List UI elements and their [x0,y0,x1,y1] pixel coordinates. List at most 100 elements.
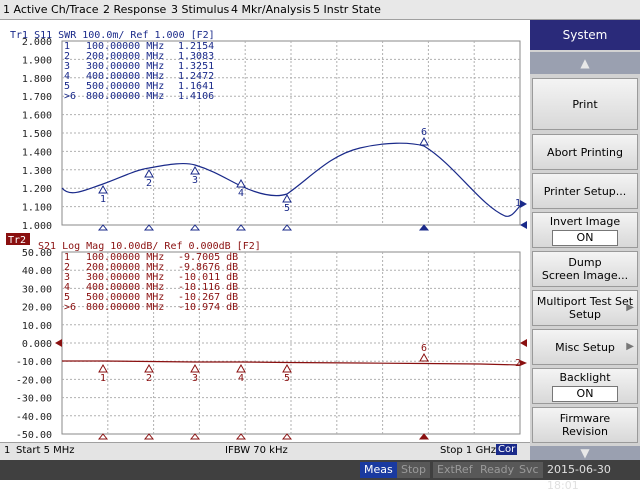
ready-indicator: Ready [476,462,519,478]
ifbw-value: IFBW 70 kHz [225,445,288,456]
trace2-ytick: -50.00 [16,430,52,441]
trace2-marker-label: 1 [100,373,106,384]
trace2-stimulus-marker-icon [143,433,155,440]
trace2-stimulus-marker-icon [281,433,293,440]
trace1-marker-label: 2 [146,178,152,189]
svc-indicator: Svc [515,462,543,478]
trace1-stimulus-marker-icon [418,224,430,231]
trace1-ref-arrow-icon [520,200,527,208]
trace2-ytick: -30.00 [16,394,52,405]
trace1-ytick: 1.400 [22,147,52,158]
trace1-marker-label: 1 [100,194,106,205]
trace2-marker-freq: 800.00000 MHz [86,302,164,313]
trace2-ytick: -10.00 [16,357,52,368]
softkey-panel: System ▲ Print Abort Printing Printer Setu… [530,20,640,460]
trace2-stimulus-marker-icon [97,433,109,440]
trace2-marker-label: 4 [238,373,244,384]
meas-indicator: Meas [360,462,397,478]
multiport-test-set-label: Multiport Test Set Setup [536,295,634,321]
start-frequency: Start 5 MHz [16,445,75,456]
trace2-marker-id: >6 [64,302,76,313]
firmware-revision-label: Firmware Revision [559,412,611,438]
abort-printing-button[interactable]: Abort Printing [532,134,638,170]
abort-printing-label: Abort Printing [547,145,623,159]
trace2-marker-label: 2 [146,373,152,384]
trace2-stimulus-marker-icon [418,433,430,440]
trace2-stimulus-marker-icon [235,433,247,440]
trace1-stimulus-marker-icon [235,224,247,231]
invert-image-toggle[interactable]: ON [552,229,618,246]
trace1-scale-arrow-icon [520,221,527,229]
print-label: Print [572,97,598,111]
backlight-label: Backlight [559,370,611,384]
trace1-marker-label: 5 [284,203,290,214]
trace1-stimulus-marker-icon [143,224,155,231]
trace2-ytick: 20.00 [22,303,52,314]
stop-frequency: Stop 1 GHz [440,445,496,456]
menu-bar: 1 Active Ch/Trace 2 Response 3 Stimulus … [0,0,640,20]
trace1-ytick: 1.300 [22,166,52,177]
trace2-ref-right-icon [520,339,527,347]
printer-setup-label: Printer Setup... [543,184,627,198]
multiport-test-set-button[interactable]: Multiport Test Set Setup ▶ [532,290,638,326]
trace2-header: S21 Log Mag 10.00dB/ Ref 0.000dB [F2] [38,241,261,252]
menu-instr-state[interactable]: 5 Instr State [313,3,381,16]
trace1-marker-value: 1.4106 [178,91,214,102]
channel-number: 1 [4,445,11,456]
menu-mkr-analysis[interactable]: 4 Mkr/Analysis [231,3,311,16]
trace2-ref-arrow-icon [520,360,527,366]
stop-indicator: Stop [397,462,431,478]
menu-active-ch-trace[interactable]: 1 Active Ch/Trace [3,3,99,16]
trace1-header: Tr1 S11 SWR 100.0m/ Ref 1.000 [F2] [10,30,215,41]
extref-indicator: ExtRef [433,462,477,478]
scroll-up-icon[interactable]: ▲ [530,52,640,74]
trace2-marker-label: 5 [284,373,290,384]
trace2-ytick: 30.00 [22,284,52,295]
firmware-revision-button[interactable]: Firmware Revision [532,407,638,443]
scroll-down-icon[interactable]: ▼ [530,446,640,460]
menu-stimulus[interactable]: 3 Stimulus [171,3,229,16]
printer-setup-button[interactable]: Printer Setup... [532,173,638,209]
menu-response[interactable]: 2 Response [103,3,166,16]
trace2-ytick: 40.00 [22,266,52,277]
datetime: 2015-06-30 18:01 [543,462,640,492]
trace2-ytick: -20.00 [16,375,52,386]
trace2-marker-label: 6 [421,343,427,354]
trace1-ref-label: 1 [515,198,521,209]
instrument-status-bar: Meas Stop ExtRef Ready Svc 2015-06-30 18… [0,460,640,492]
trace2-ref-left-icon [55,339,62,347]
trace1-ytick: 1.800 [22,74,52,85]
trace2-ytick: 0.000 [22,339,52,350]
dump-screen-image-label: Dump Screen Image... [541,256,629,282]
trace1-marker-id: >6 [64,91,76,102]
trace1-stimulus-marker-icon [189,224,201,231]
print-button[interactable]: Print [532,78,638,130]
trace1-stimulus-marker-icon [97,224,109,231]
trace2-stimulus-marker-icon [189,433,201,440]
plot-area[interactable]: 2.0001.9001.8001.7001.6001.5001.4001.300… [0,20,530,462]
trace2-ref-label: 2 [515,358,521,369]
trace1-ytick: 1.000 [22,221,52,232]
trace2-marker-value: -10.974 dB [178,302,238,313]
correction-badge: Cor [496,444,518,455]
trace1-ytick: 1.700 [22,92,52,103]
trace1-marker-label: 6 [421,127,427,138]
trace1-marker-freq: 800.00000 MHz [86,91,164,102]
trace1-stimulus-marker-icon [281,224,293,231]
trace1-ytick: 1.200 [22,184,52,195]
trace1-marker-label: 4 [238,188,244,199]
trace2-ytick: -40.00 [16,412,52,423]
backlight-button[interactable]: Backlight ON [532,368,638,404]
misc-setup-button[interactable]: Misc Setup ▶ [532,329,638,365]
trace1-ytick: 1.600 [22,111,52,122]
trace1-ytick: 1.900 [22,55,52,66]
trace1-ytick: 1.500 [22,129,52,140]
invert-image-button[interactable]: Invert Image ON [532,212,638,248]
trace2-ytick: 10.00 [22,321,52,332]
misc-setup-label: Misc Setup [555,340,615,354]
dump-screen-image-button[interactable]: Dump Screen Image... [532,251,638,287]
trace1-ytick: 1.100 [22,203,52,214]
submenu-arrow-icon: ▶ [626,302,634,313]
backlight-toggle[interactable]: ON [552,385,618,402]
submenu-arrow-icon: ▶ [626,341,634,352]
